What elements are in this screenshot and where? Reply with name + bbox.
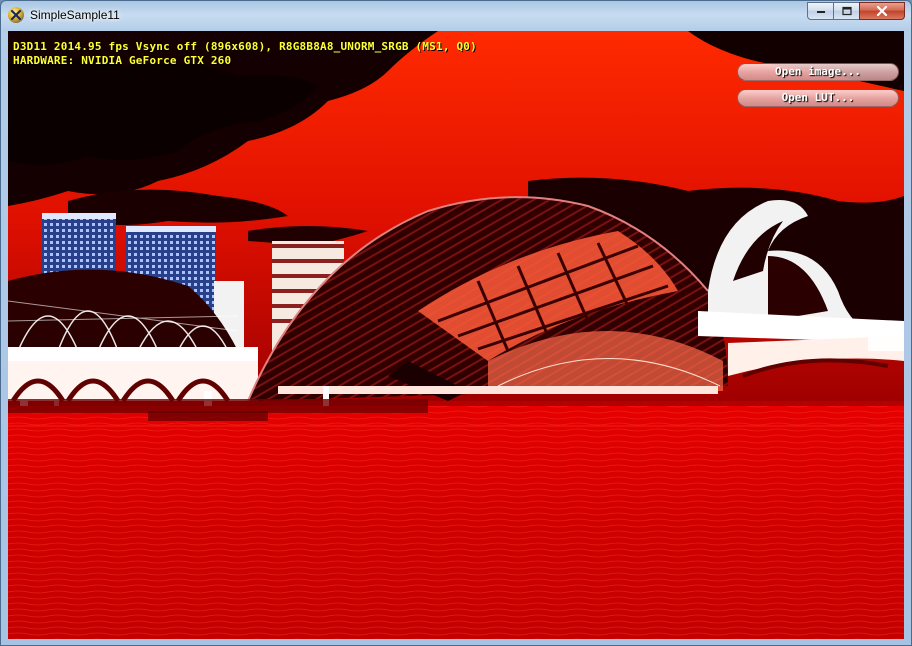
render-viewport[interactable]: D3D11 2014.95 fps Vsync off (896x608), R…: [8, 31, 904, 639]
caption-buttons: [807, 2, 905, 21]
maximize-button[interactable]: [833, 2, 859, 20]
rendered-scene-image: [8, 31, 904, 639]
open-image-button[interactable]: Open image...: [737, 63, 899, 81]
hardware-readout: HARDWARE: NVIDIA GeForce GTX 260: [13, 54, 232, 67]
stats-readout: D3D11 2014.95 fps Vsync off (896x608), R…: [13, 40, 477, 53]
maximize-icon: [841, 6, 852, 16]
minimize-button[interactable]: [807, 2, 833, 20]
close-button[interactable]: [859, 2, 905, 20]
directx-app-icon[interactable]: [8, 7, 24, 23]
open-lut-button[interactable]: Open LUT...: [737, 89, 899, 107]
minimize-icon: [816, 11, 825, 13]
title-bar[interactable]: SimpleSample11: [1, 1, 911, 31]
application-window: SimpleSample11 D3D11 2014.95 fps Vsync o…: [0, 0, 912, 646]
close-icon: [876, 6, 888, 16]
window-title: SimpleSample11: [30, 8, 120, 22]
